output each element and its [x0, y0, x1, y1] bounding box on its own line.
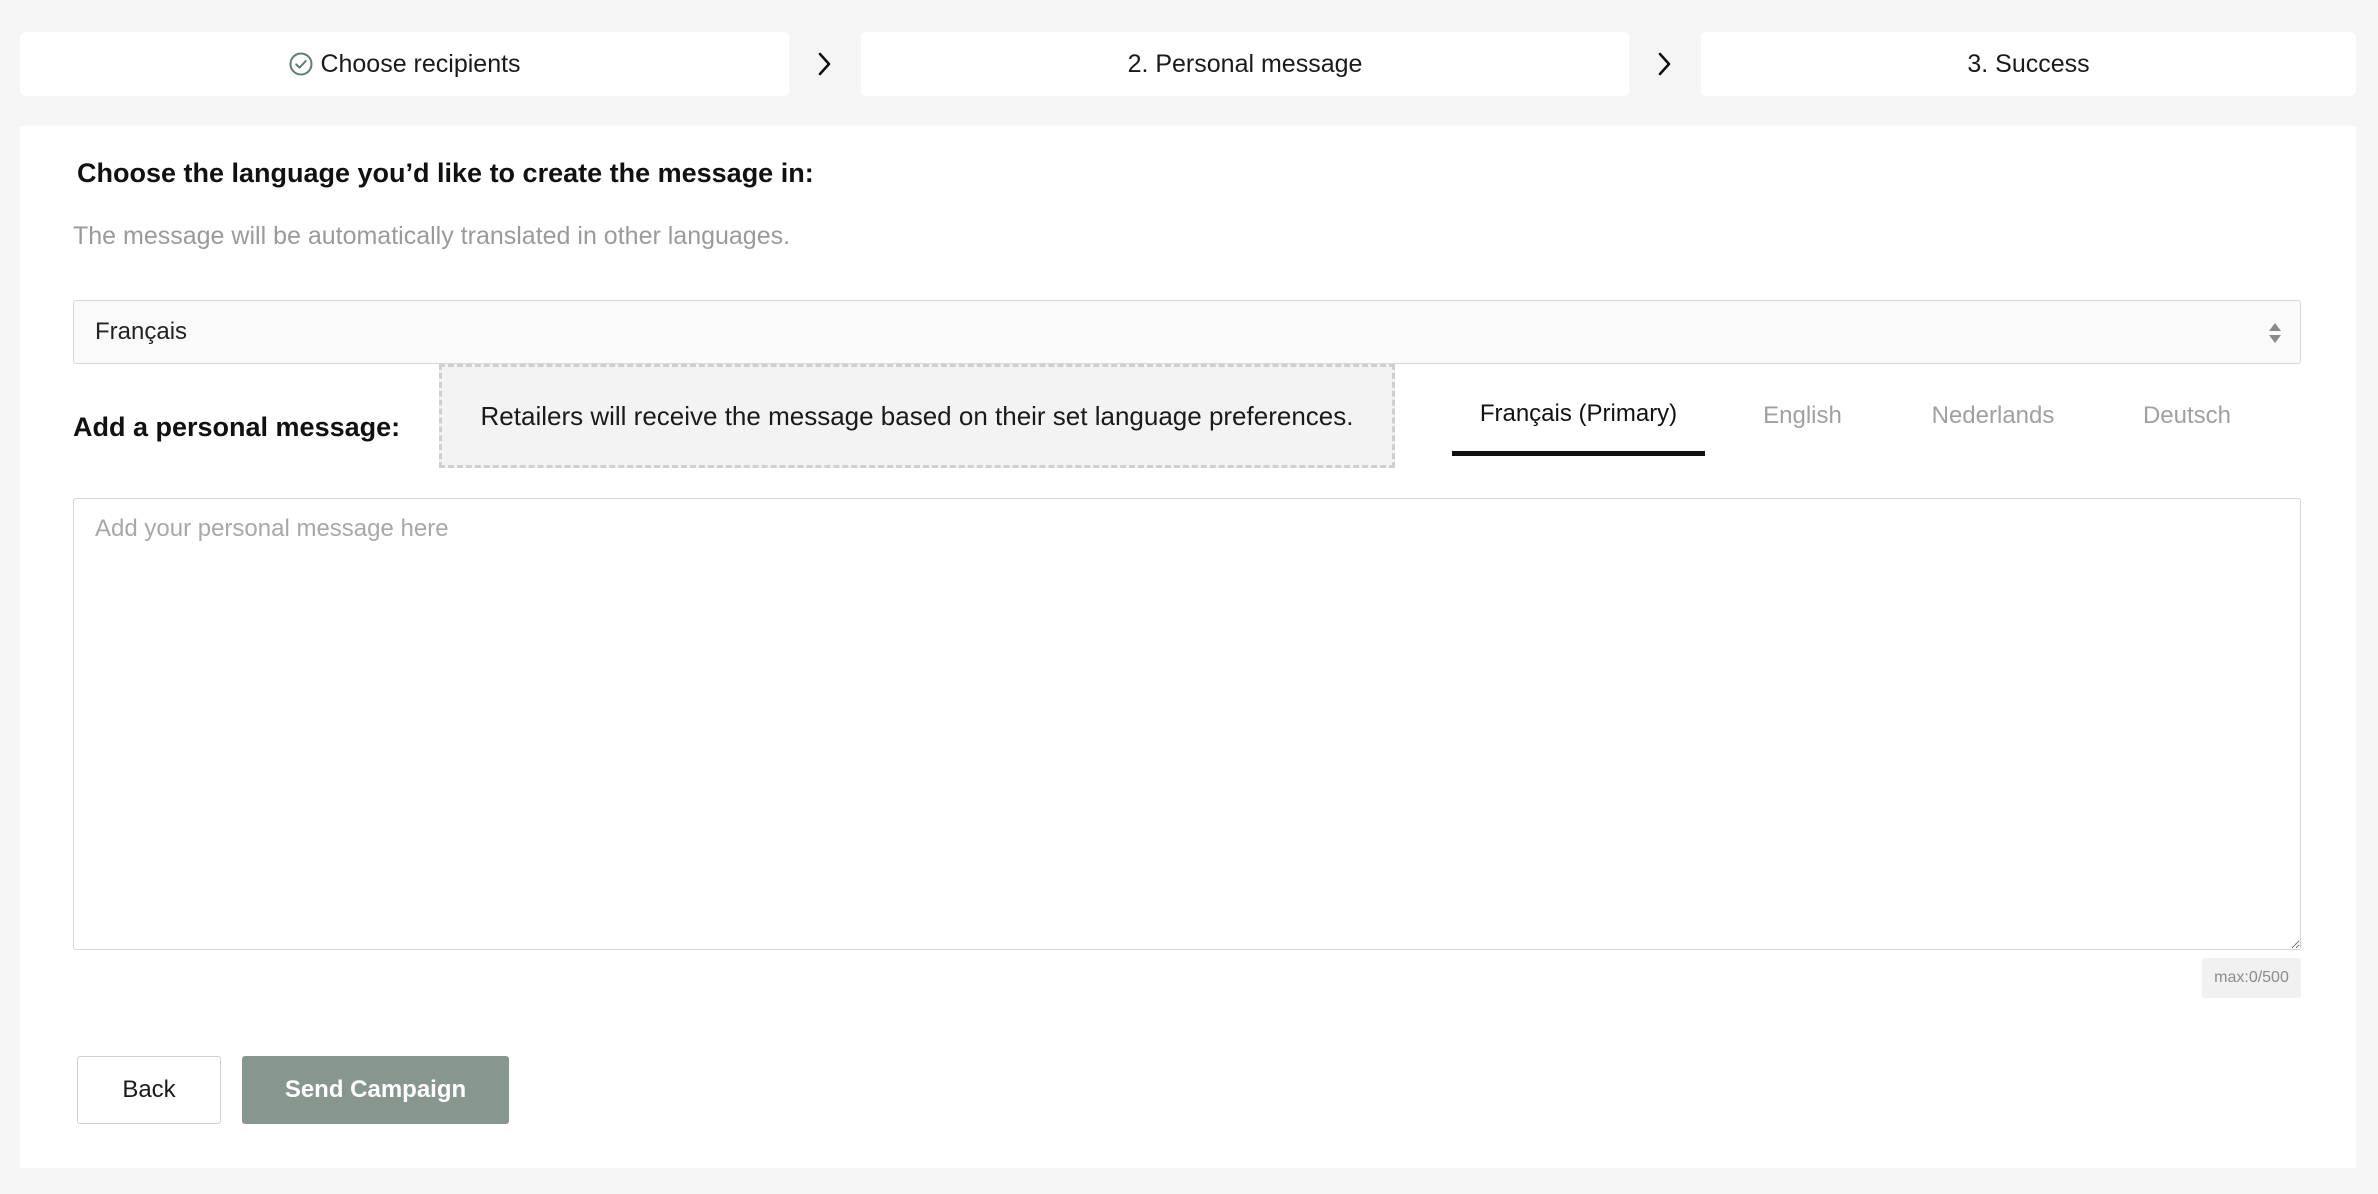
info-text: Retailers will receive the message based…: [480, 400, 1354, 431]
step-label: Choose recipients: [320, 49, 521, 78]
personal-message-label: Add a personal message:: [73, 412, 401, 442]
step-success[interactable]: 3. Success: [1701, 32, 2356, 96]
step-choose-recipients[interactable]: Choose recipients: [20, 32, 789, 96]
tab-francais[interactable]: Français (Primary): [1452, 376, 1705, 456]
language-select[interactable]: Français: [73, 300, 2301, 364]
language-select-value: Français: [95, 318, 188, 345]
language-tabs: Français (Primary) English Nederlands De…: [1452, 376, 2302, 460]
tab-nederlands[interactable]: Nederlands: [1900, 376, 2086, 456]
step-personal-message[interactable]: 2. Personal message: [861, 32, 1629, 96]
tab-deutsch[interactable]: Deutsch: [2086, 376, 2288, 456]
personal-message-input[interactable]: [73, 498, 2301, 950]
message-card: Choose the language you’d like to create…: [20, 126, 2356, 1168]
back-button[interactable]: Back: [77, 1056, 221, 1124]
step-label: 2. Personal message: [1127, 49, 1363, 78]
chevron-right-icon: [789, 32, 861, 96]
send-campaign-button[interactable]: Send Campaign: [242, 1056, 509, 1124]
chevron-right-icon: [1629, 32, 1701, 96]
language-subtext: The message will be automatically transl…: [73, 222, 791, 250]
tab-english[interactable]: English: [1705, 376, 1900, 456]
language-info-tooltip: Retailers will receive the message based…: [439, 364, 1395, 468]
stepper: Choose recipients 2. Personal message 3.…: [20, 32, 2356, 96]
character-counter: max:0/500: [2202, 958, 2301, 998]
check-circle-icon: [288, 51, 314, 77]
sort-arrows-icon: [2268, 321, 2282, 345]
language-heading: Choose the language you’d like to create…: [77, 158, 814, 188]
step-label: 3. Success: [1967, 49, 2090, 78]
